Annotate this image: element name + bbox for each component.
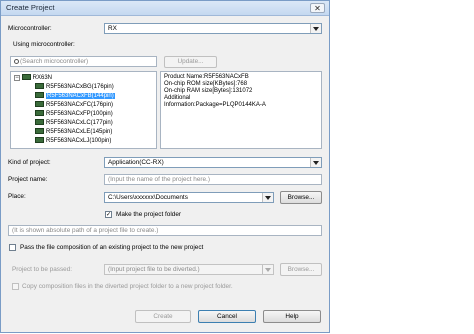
tree-item-label: R5F563NACxLE(145pin) xyxy=(46,129,113,135)
make-folder-checkbox[interactable]: ✓ xyxy=(105,211,112,218)
tree-item[interactable]: R5F563NACxLJ(100pin) xyxy=(35,137,111,145)
create-button[interactable]: Create xyxy=(135,310,191,323)
tree-item-label: R5F563NACxFC(176pin) xyxy=(46,102,114,108)
project-to-be-passed-select[interactable]: (Input project file to be diverted.) xyxy=(104,264,274,275)
place-browse-button[interactable]: Browse... xyxy=(280,191,322,204)
tree-item-label: R5F563NACxBG(176pin) xyxy=(46,84,114,90)
tree-item-label: R5F563NACxLJ(100pin) xyxy=(46,138,112,144)
search-icon xyxy=(14,58,19,64)
project-name-label: Project name: xyxy=(8,176,48,183)
cancel-button[interactable]: Cancel xyxy=(198,310,256,323)
place-label: Place: xyxy=(8,193,26,200)
chip-icon xyxy=(35,137,44,144)
tree-item-selected[interactable]: R5F563NACxFB(144pin) xyxy=(35,92,115,100)
chip-icon xyxy=(35,101,44,108)
tree-item-label: R5F563NACxFP(100pin) xyxy=(46,111,113,117)
info-line: Information:Package=PLQP0144KA-A xyxy=(164,102,266,108)
chip-icon xyxy=(21,74,31,81)
tree-item[interactable]: R5F563NACxBG(176pin) xyxy=(35,83,114,91)
project-path-display: (It is shown absolute path of a project … xyxy=(8,225,322,236)
make-folder-label: Make the project folder xyxy=(116,211,182,218)
chip-icon xyxy=(35,119,44,126)
pass-composition-checkbox[interactable] xyxy=(9,244,16,251)
info-line: On-chip ROM size[KBytes]:768 xyxy=(164,81,248,87)
close-button[interactable]: ✕ xyxy=(310,3,325,13)
project-name-input[interactable]: (Input the name of the project here.) xyxy=(104,174,322,185)
chevron-down-icon[interactable] xyxy=(310,158,321,167)
update-button[interactable]: Update... xyxy=(164,56,217,68)
copy-files-label: Copy composition files in the diverted p… xyxy=(22,283,233,290)
tree-item[interactable]: R5F563NACxLE(145pin) xyxy=(35,128,112,136)
kind-of-project-label: Kind of project: xyxy=(8,159,51,166)
search-microcontroller-input[interactable]: (Search microcontroller) xyxy=(10,56,157,67)
tree-item[interactable]: R5F563NACxFP(100pin) xyxy=(35,110,113,118)
kind-value: Application(CC-RX) xyxy=(108,159,164,166)
tree-root-label: RX63N xyxy=(32,75,53,81)
info-line: On-chip RAM size[Bytes]:131072 xyxy=(164,88,253,94)
create-project-dialog: Create Project ✕ Microcontroller: RX Usi… xyxy=(0,0,330,333)
place-value: C:\Users\xxxxxx\Documents xyxy=(108,194,188,201)
kind-of-project-select[interactable]: Application(CC-RX) xyxy=(104,157,322,168)
chevron-down-icon[interactable] xyxy=(262,265,273,274)
chevron-down-icon[interactable] xyxy=(310,24,321,33)
place-select[interactable]: C:\Users\xxxxxx\Documents xyxy=(104,192,274,203)
close-icon: ✕ xyxy=(314,4,321,13)
using-microcontroller-label: Using microcontroller: xyxy=(13,41,75,48)
info-line: Product Name:R5F563NACxFB xyxy=(164,74,249,80)
dialog-title: Create Project xyxy=(6,3,55,12)
chip-icon xyxy=(35,110,44,117)
search-placeholder: (Search microcontroller) xyxy=(20,58,89,65)
microcontroller-label: Microcontroller: xyxy=(8,25,52,32)
tree-item[interactable]: R5F563NACxFC(176pin) xyxy=(35,101,113,109)
info-line: Additional xyxy=(164,95,191,101)
passed-placeholder: (Input project file to be diverted.) xyxy=(108,266,200,273)
microcontroller-select[interactable]: RX xyxy=(104,23,322,34)
chevron-down-icon[interactable] xyxy=(262,193,273,202)
tree-root[interactable]: − RX63N xyxy=(14,74,52,82)
help-button[interactable]: Help xyxy=(263,310,321,323)
tree-item[interactable]: R5F563NACxLC(177pin) xyxy=(35,119,113,127)
microcontroller-info-panel: Product Name:R5F563NACxFB On-chip ROM si… xyxy=(160,71,322,149)
tree-item-label: R5F563NACxFB(144pin) xyxy=(46,93,115,99)
pass-composition-label: Pass the file composition of an existing… xyxy=(20,244,204,251)
chip-icon xyxy=(35,128,44,135)
collapse-icon[interactable]: − xyxy=(14,75,20,81)
passed-browse-button[interactable]: Browse... xyxy=(280,263,322,276)
microcontroller-tree[interactable]: − RX63N R5F563NACxBG(176pin) R5F563NACxF… xyxy=(10,71,157,149)
microcontroller-value: RX xyxy=(108,25,117,32)
title-bar: Create Project ✕ xyxy=(1,1,329,16)
tree-item-label: R5F563NACxLC(177pin) xyxy=(46,120,113,126)
project-to-be-passed-label: Project to be passed: xyxy=(12,266,73,273)
checkmark-icon: ✓ xyxy=(106,212,112,218)
copy-files-checkbox[interactable] xyxy=(12,283,19,290)
chip-icon xyxy=(35,83,44,90)
chip-icon xyxy=(35,92,44,99)
